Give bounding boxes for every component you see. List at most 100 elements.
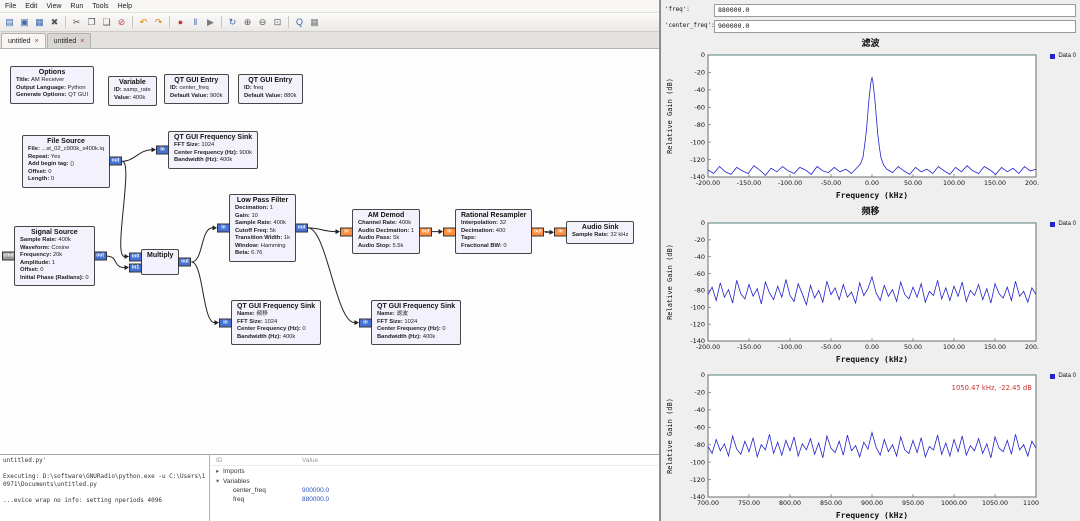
svg-text:-120: -120	[690, 156, 705, 164]
new-icon[interactable]: ▤	[3, 16, 16, 29]
reload-icon[interactable]: ↻	[226, 16, 239, 29]
tab-untitled-1[interactable]: untitled ×	[46, 33, 92, 48]
svg-text:700.00: 700.00	[697, 500, 719, 507]
menu-file[interactable]: File	[5, 3, 16, 10]
port-in0-multiply[interactable]: in0	[129, 252, 142, 261]
zoom-in-icon[interactable]: ⊕	[241, 16, 254, 29]
plot-rx[interactable]: 0-20-40-60-80-100-120-140700.00 750.00 800…	[663, 369, 1039, 521]
block-param: Offset: 0	[28, 168, 52, 175]
port-out-low_pass_filter[interactable]: out	[295, 223, 309, 233]
block-options[interactable]: Options Title: AM Receiver Output Language…	[10, 66, 95, 104]
cut-icon[interactable]: ✂	[70, 16, 83, 29]
port-in-freq_sink_rx[interactable]: in	[156, 145, 169, 155]
port-out-am_demod[interactable]: out	[419, 227, 433, 237]
open-icon[interactable]: ▣	[18, 16, 31, 29]
port-out-rational_resampler[interactable]: out	[531, 227, 545, 237]
flowgraph-canvas[interactable]: Options Title: AM Receiver Output Language…	[0, 49, 659, 454]
inspector-row-Imports[interactable]: ▸ Imports	[210, 466, 659, 476]
svg-text:-120: -120	[690, 320, 705, 328]
port-out-signal_source[interactable]: out	[93, 251, 107, 261]
block-audio_sink[interactable]: Audio Sink Sample Rate: 32 kHz in	[554, 221, 635, 244]
block-freq_sink_shift[interactable]: QT GUI Frequency Sink Name: 频移 FFT Size: 1…	[219, 300, 322, 346]
svg-text:0: 0	[701, 371, 705, 379]
close-icon[interactable]: ✖	[48, 16, 61, 29]
plot-shift[interactable]: 0-20-40-60-80-100-120-140-200.00 -150.00-…	[663, 217, 1039, 365]
pause-icon[interactable]: ‖	[189, 16, 202, 29]
tab-untitled-0[interactable]: untitled ×	[1, 33, 46, 48]
delete-icon[interactable]: ⊘	[115, 16, 128, 29]
menu-edit[interactable]: Edit	[25, 3, 37, 10]
block-qt_gui_entry_center_freq[interactable]: QT GUI Entry ID: center_freq Default Value…	[164, 74, 229, 105]
port-in-freq_sink_shift[interactable]: in	[219, 318, 232, 328]
block-param: Default Value: 900k	[170, 92, 223, 99]
svg-text:-60: -60	[694, 423, 705, 431]
toolbar-separator	[288, 16, 289, 28]
port-in-freq_sink_filter[interactable]: in	[359, 318, 372, 328]
expander-caret-icon[interactable]: ▾	[216, 477, 223, 485]
menu-help[interactable]: Help	[118, 3, 132, 10]
expander-caret-icon[interactable]: ▸	[216, 467, 223, 475]
port-in-audio_sink[interactable]: in	[554, 227, 567, 237]
svg-text:1000.00: 1000.00	[941, 500, 967, 507]
inspector-row-center_freq[interactable]: center_freq 900000.0	[210, 486, 659, 495]
svg-text:-40: -40	[694, 86, 705, 94]
block-param: Audio Pass: 5k	[358, 235, 400, 242]
tab-close-icon[interactable]: ×	[80, 38, 84, 45]
inspector-id: freq	[233, 496, 245, 503]
center-freq-entry-input[interactable]	[714, 19, 1076, 33]
console-output[interactable]: untitled.py' Executing: D:\software\GNURa…	[0, 455, 210, 521]
block-file_source[interactable]: File Source File: ...st_02_c900k_s400k.iq…	[22, 135, 123, 188]
block-rational_resampler[interactable]: Rational Resampler Interpolation: 32 Decim…	[443, 209, 545, 255]
svg-text:150.00: 150.00	[984, 180, 1006, 187]
port-cmd-signal_source[interactable]: cmd	[2, 251, 15, 261]
port-in1-multiply[interactable]: in1	[129, 263, 142, 272]
port-in-rational_resampler[interactable]: in	[443, 227, 456, 237]
menu-view[interactable]: View	[46, 3, 61, 10]
svg-text:Relative Gain (dB): Relative Gain (dB)	[666, 398, 674, 474]
zoom-out-icon[interactable]: ⊖	[256, 16, 269, 29]
menu-run[interactable]: Run	[70, 3, 83, 10]
grc-window: File Edit View Run Tools Help ▤ ▣ ▦ ✖ ✂ ❐ ❏ ⊘ ↶ ↷ ● ‖ ▶ ↻ ⊕…	[0, 0, 660, 521]
port-in-low_pass_filter[interactable]: in	[217, 223, 230, 233]
freq-entry-input[interactable]	[714, 3, 1076, 17]
redo-icon[interactable]: ↷	[152, 16, 165, 29]
svg-text:Relative Gain (dB): Relative Gain (dB)	[666, 244, 674, 320]
block-am_demod[interactable]: AM Demod Channel Rate: 400k Audio Decimati…	[340, 209, 433, 255]
legend-label: Data 0	[1058, 373, 1076, 379]
paste-icon[interactable]: ❏	[100, 16, 113, 29]
block-freq_sink_rx[interactable]: QT GUI Frequency Sink FFT Size: 1024 Cente…	[156, 131, 259, 169]
block-multiply[interactable]: Multiply in0 in1 out	[129, 249, 192, 275]
svg-text:0: 0	[701, 51, 705, 59]
copy-icon[interactable]: ❐	[85, 16, 98, 29]
inspector-row-Variables[interactable]: ▾ Variables	[210, 476, 659, 486]
save-icon[interactable]: ▦	[33, 16, 46, 29]
block-freq_sink_filter[interactable]: QT GUI Frequency Sink Name: 滤波 FFT Size: 1…	[359, 300, 462, 346]
play-icon[interactable]: ▶	[204, 16, 217, 29]
svg-text:-100: -100	[690, 303, 705, 311]
svg-text:-50.00: -50.00	[821, 180, 841, 187]
kill-icon[interactable]: ●	[174, 16, 187, 29]
zoom-fit-icon[interactable]: ⊡	[271, 16, 284, 29]
inspector-row-freq[interactable]: freq 880000.0	[210, 495, 659, 504]
svg-text:1100.00: 1100.00	[1023, 500, 1039, 507]
legend-swatch-icon	[1050, 53, 1056, 59]
block-param: ID: center_freq	[170, 85, 209, 91]
block-param: Sample Rate: 32 kHz	[572, 232, 629, 238]
grid-icon[interactable]: ▦	[308, 16, 321, 29]
svg-text:100.00: 100.00	[943, 344, 965, 351]
port-out-multiply[interactable]: out	[178, 257, 192, 267]
menu-tools[interactable]: Tools	[92, 3, 108, 10]
tab-close-icon[interactable]: ×	[35, 38, 39, 45]
port-in-am_demod[interactable]: in	[340, 227, 353, 237]
block-variable_samp_rate[interactable]: Variable ID: samp_rate Value: 400k	[108, 76, 157, 107]
plot-filter[interactable]: 0-20-40-60-80-100-120-140-200.00 -150.00-…	[663, 49, 1039, 201]
block-param: Generate Options: QT GUI	[16, 92, 89, 99]
search-icon[interactable]: Q	[293, 16, 306, 29]
tab-bar: untitled × untitled ×	[0, 32, 659, 49]
undo-icon[interactable]: ↶	[137, 16, 150, 29]
port-out-file_source[interactable]: out	[109, 156, 123, 166]
block-low_pass_filter[interactable]: Low Pass Filter Decimation: 1 Gain: 10 Samp…	[217, 194, 309, 262]
block-param: Decimation: 1	[235, 205, 274, 211]
block-signal_source[interactable]: Signal Source Sample Rate: 400k Waveform: …	[2, 226, 107, 287]
block-qt_gui_entry_freq[interactable]: QT GUI Entry ID: freq Default Value: 880k	[238, 74, 303, 105]
